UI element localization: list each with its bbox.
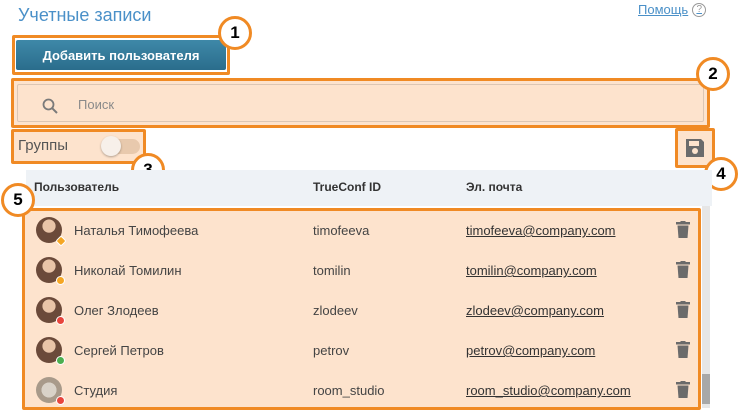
table-header: Пользователь TrueConf ID Эл. почта (26, 170, 712, 206)
help-label[interactable]: Помощь (638, 2, 688, 17)
column-email[interactable]: Эл. почта (466, 180, 522, 194)
add-user-button[interactable]: Добавить пользователя (16, 40, 226, 70)
scrollbar-thumb[interactable] (702, 374, 710, 404)
scrollbar[interactable] (702, 206, 710, 408)
help-icon[interactable]: ? (692, 2, 707, 17)
column-trueconf-id[interactable]: TrueConf ID (313, 180, 381, 194)
help-link[interactable]: Помощь ? (638, 2, 707, 17)
highlight-groups (11, 129, 146, 164)
callout-5: 5 (1, 183, 35, 217)
page-title: Учетные записи (18, 5, 152, 25)
highlight-search (11, 78, 710, 128)
column-user[interactable]: Пользователь (34, 180, 119, 194)
highlight-user-list (22, 208, 701, 410)
callout-2: 2 (696, 57, 730, 91)
callout-1: 1 (218, 16, 252, 50)
